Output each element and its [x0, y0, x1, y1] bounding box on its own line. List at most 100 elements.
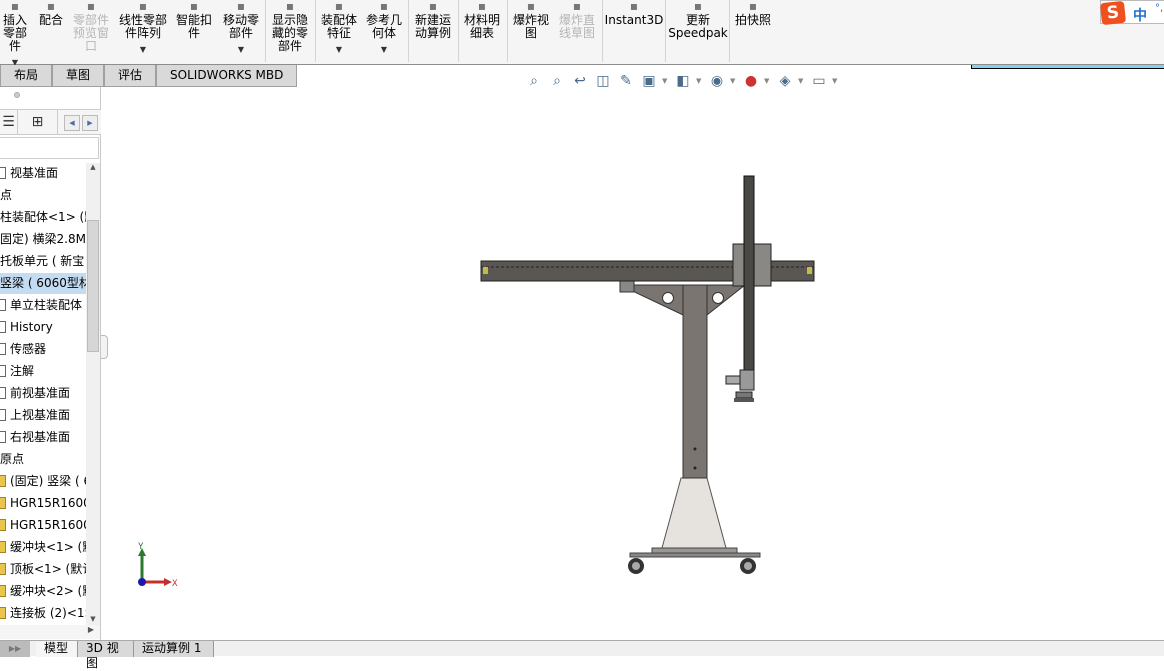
- tree-filter-input[interactable]: [0, 137, 99, 159]
- tree-item[interactable]: 单立柱装配体: [0, 295, 86, 316]
- bottom-tab-2[interactable]: 运动算例 1: [134, 641, 214, 657]
- toolbar-button-label: 装配体特征: [320, 13, 357, 40]
- chevron-down-icon[interactable]: ▼: [318, 43, 360, 56]
- toolbar-button-smart-fastener[interactable]: ▪ 智能扣件: [174, 0, 214, 40]
- toolbar-button-camera[interactable]: ▪ 拍快照: [730, 0, 776, 27]
- edit-appearance-icon[interactable]: ●: [741, 72, 761, 90]
- tree-item[interactable]: 视基准面: [0, 163, 86, 184]
- panel-grip[interactable]: [14, 92, 20, 98]
- bottom-tab-1[interactable]: 3D 视图: [78, 641, 134, 670]
- tree-item[interactable]: HGR15R1600: [0, 515, 86, 536]
- chevron-down-icon[interactable]: ▼: [764, 77, 772, 85]
- chevron-down-icon[interactable]: ▼: [730, 77, 738, 85]
- toolbar-button-label: 爆炸直线草图: [558, 13, 595, 40]
- toolbar-button-bom[interactable]: ▪ 材料明细表: [460, 0, 504, 40]
- toolbar-button-motion-study[interactable]: ▪ 新建运动算例: [410, 0, 456, 40]
- tree-item[interactable]: 缓冲块<2> (默: [0, 581, 86, 602]
- panel-splitter[interactable]: [101, 335, 108, 359]
- tree-item-label: 右视基准面: [10, 430, 71, 444]
- chevron-down-icon[interactable]: ▼: [116, 43, 170, 56]
- tree-item[interactable]: History: [0, 317, 86, 338]
- property-manager-tab[interactable]: ⊞: [18, 110, 58, 135]
- chevron-down-icon[interactable]: ▼: [798, 77, 806, 85]
- toolbar-button-label: 爆炸视图: [512, 13, 549, 40]
- tab-2[interactable]: 评估: [104, 65, 157, 87]
- tree-item[interactable]: 缓冲块<1> (默: [0, 537, 86, 558]
- toolbar-button-instant3d[interactable]: ▪ Instant3D: [604, 0, 664, 27]
- scrollbar-thumb[interactable]: [87, 220, 99, 352]
- display-style-icon[interactable]: ◧: [673, 72, 693, 90]
- chevron-down-icon[interactable]: ▼: [662, 77, 670, 85]
- toolbar-button-reference-geometry[interactable]: ▪ 参考几何体 ▼: [364, 0, 404, 56]
- bottom-tab-0[interactable]: 模型: [36, 641, 78, 657]
- zoom-to-area-icon[interactable]: ⌕: [547, 72, 567, 90]
- scroll-left-icon[interactable]: ◀: [64, 115, 80, 131]
- exploded-view-icon: ▪: [526, 0, 536, 13]
- tab-scroll-icon[interactable]: ▶▶: [0, 641, 30, 657]
- view-settings-icon[interactable]: ▭: [809, 72, 829, 90]
- plane-icon: [0, 431, 6, 443]
- plane-icon: [0, 387, 6, 399]
- toolbar-button-component-preview[interactable]: ▪ 零部件预览窗口: [70, 0, 112, 53]
- scroll-up-icon[interactable]: ▲: [86, 163, 100, 171]
- toolbar-button-move-component[interactable]: ▪ 移动零部件 ▼: [220, 0, 262, 56]
- tree-item[interactable]: 托板单元 ( 新宝: [0, 251, 86, 272]
- ime-indicator[interactable]: S 中 °,: [1099, 0, 1164, 26]
- scroll-right-icon[interactable]: ▶: [82, 115, 98, 131]
- chevron-down-icon[interactable]: ▼: [364, 43, 404, 56]
- tree-item[interactable]: 注解: [0, 361, 86, 382]
- tree-item[interactable]: 连接板 (2)<1>: [0, 603, 86, 623]
- tab-3[interactable]: SOLIDWORKS MBD: [156, 65, 298, 87]
- tree-item[interactable]: 上视基准面: [0, 405, 86, 426]
- previous-view-icon[interactable]: ↩: [570, 72, 590, 90]
- view-orientation-icon[interactable]: ▣: [639, 72, 659, 90]
- base-cone: [661, 477, 727, 549]
- apply-scene-icon[interactable]: ◈: [775, 72, 795, 90]
- tree-item[interactable]: 右视基准面: [0, 427, 86, 448]
- toolbar-separator: [602, 0, 603, 62]
- tree-item[interactable]: 顶板<1> (默认: [0, 559, 86, 580]
- chevron-down-icon[interactable]: ▼: [832, 77, 840, 85]
- tab-0[interactable]: 布局: [0, 65, 53, 87]
- toolbar-button-speedpak[interactable]: ▪ 更新Speedpak: [668, 0, 728, 40]
- toolbar-button-label: 更新Speedpak: [668, 13, 728, 40]
- tree-item[interactable]: 前视基准面: [0, 383, 86, 404]
- tree-item[interactable]: 点: [0, 185, 86, 206]
- ime-punct[interactable]: °,: [1155, 3, 1163, 14]
- dynamic-annotation-icon[interactable]: ✎: [616, 72, 636, 90]
- toolbar-button-explode-line-sketch[interactable]: ▪ 爆炸直线草图: [554, 0, 600, 40]
- toolbar-button-mate-paperclip[interactable]: ▪ 配合: [36, 0, 66, 27]
- hide-show-icon[interactable]: ◉: [707, 72, 727, 90]
- feature-tree: 视基准面点柱装配体<1> (默固定) 横梁2.8M (托板单元 ( 新宝竖梁 (…: [0, 163, 86, 623]
- chevron-down-icon[interactable]: ▼: [220, 43, 262, 56]
- toolbar-button-assembly-feature[interactable]: ▪ 装配体特征 ▼: [318, 0, 360, 56]
- chevron-down-icon[interactable]: ▼: [696, 77, 704, 85]
- tab-1[interactable]: 草图: [52, 65, 105, 87]
- tree-item[interactable]: 柱装配体<1> (默: [0, 207, 86, 228]
- toolbar-button-label: 配合: [38, 13, 63, 27]
- feature-tree-tab[interactable]: ☰: [0, 110, 18, 135]
- tree-vertical-scrollbar[interactable]: ▲ ▼: [86, 163, 100, 625]
- explode-line-sketch-icon: ▪: [572, 0, 582, 13]
- gantry-robot-model[interactable]: [470, 170, 830, 580]
- toolbar-button-insert-component[interactable]: ▪ 插入零部件 ▼: [0, 0, 30, 69]
- tree-item[interactable]: HGR15R1600: [0, 493, 86, 514]
- tree-item[interactable]: 传感器: [0, 339, 86, 360]
- insert-component-icon: ▪: [10, 0, 20, 13]
- part-icon: [0, 541, 6, 553]
- tree-item[interactable]: 竖梁 ( 6060型材: [0, 273, 86, 294]
- y-axis-label: Y: [138, 542, 144, 552]
- toolbar-button-exploded-view[interactable]: ▪ 爆炸视图: [510, 0, 552, 40]
- tree-item[interactable]: (固定) 竖梁 ( 6: [0, 471, 86, 492]
- toolbar-button-show-hidden[interactable]: ▪ 显示隐藏的零部件: [268, 0, 312, 53]
- tree-item[interactable]: 固定) 横梁2.8M (: [0, 229, 86, 250]
- scroll-down-icon[interactable]: ▼: [86, 615, 100, 623]
- tree-item[interactable]: 原点: [0, 449, 86, 470]
- toolbar-button-label: 智能扣件: [175, 13, 212, 40]
- base-frame: [628, 547, 761, 574]
- ime-mode[interactable]: 中: [1133, 5, 1147, 25]
- toolbar-button-linear-pattern[interactable]: ▪ 线性零部件阵列 ▼: [116, 0, 170, 56]
- tree-horizontal-scrollbar[interactable]: ▶: [0, 625, 100, 639]
- zoom-to-fit-icon[interactable]: ⌕: [524, 72, 544, 90]
- section-view-icon[interactable]: ◫: [593, 72, 613, 90]
